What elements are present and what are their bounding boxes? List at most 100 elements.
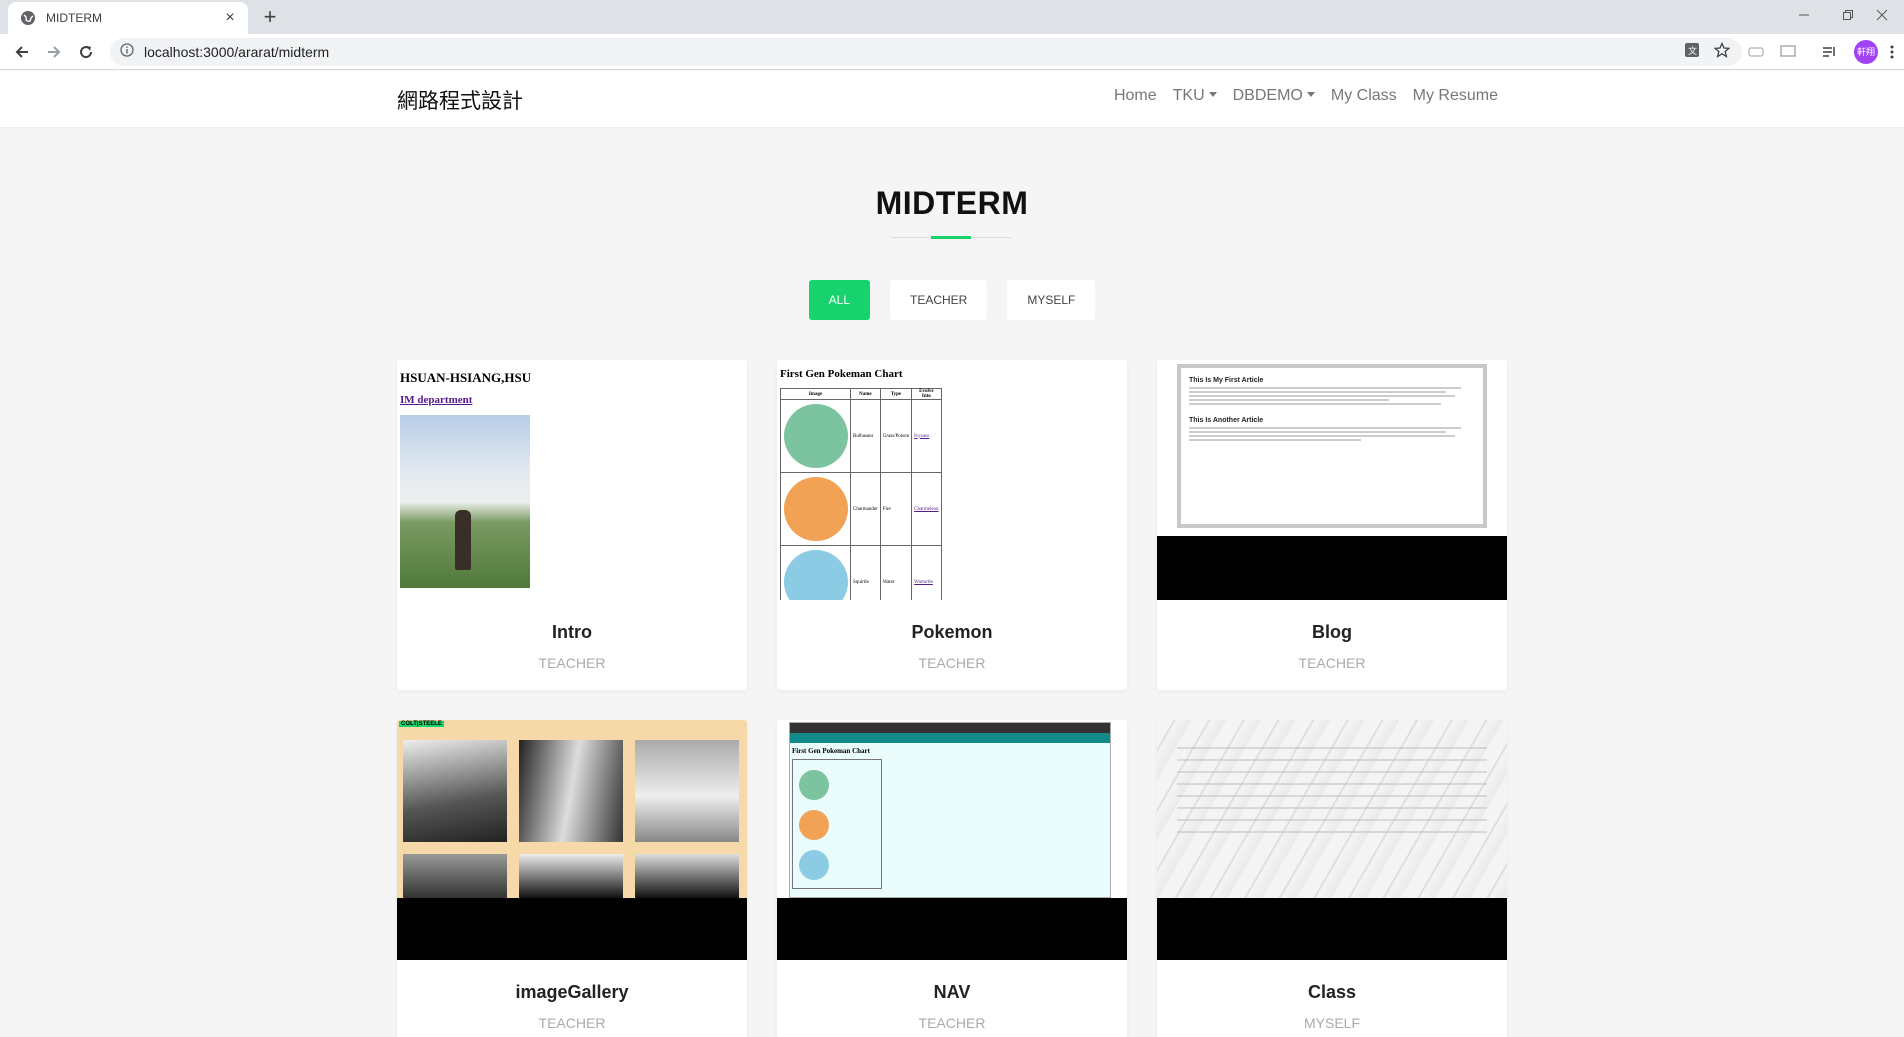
extension-icon[interactable] [1746, 42, 1766, 62]
window-close-icon[interactable] [1860, 0, 1904, 30]
text-line [1189, 403, 1441, 405]
filter-all[interactable]: ALL [808, 280, 870, 320]
person-figure [455, 510, 471, 570]
intro-photo [400, 415, 530, 588]
card-thumbnail[interactable]: HSUAN-HSIANG,HSU IM department [397, 360, 747, 600]
portfolio-card-class[interactable]: Class MYSELF [1157, 720, 1507, 1037]
profile-avatar[interactable]: 軒翔 [1854, 40, 1878, 64]
translate-icon[interactable]: 文 [1684, 42, 1700, 63]
text-line [1189, 399, 1390, 401]
text-line [1189, 391, 1447, 393]
card-title: Intro [552, 622, 592, 642]
gallery-photo [635, 740, 739, 842]
card-thumbnail[interactable] [1157, 720, 1507, 960]
card-category: TEACHER [918, 655, 986, 671]
filter-teacher[interactable]: TEACHER [890, 280, 988, 320]
forward-icon[interactable] [42, 40, 66, 64]
pokemon-evolve-link: Ivysaur [911, 399, 942, 473]
card-title: Blog [1312, 622, 1352, 642]
intro-dept-link: IM department [400, 394, 473, 406]
portfolio-card-nav[interactable]: First Gen Pokeman Chart NAV TEACHER [777, 720, 1127, 1037]
bulbasaur-image [799, 770, 829, 800]
nav-link-my-class[interactable]: My Class [1331, 87, 1397, 105]
nav-preview-title: First Gen Pokeman Chart [792, 747, 870, 755]
class-schedule-preview [1157, 720, 1507, 898]
pokemon-name: Bulbasaur [850, 399, 881, 473]
schedule-table-lines [1177, 747, 1487, 833]
squirtle-image [783, 550, 848, 600]
gallery-photo [519, 854, 623, 898]
browser-tab[interactable]: MIDTERM × [8, 2, 248, 34]
blog-article-title: This Is My First Article [1189, 377, 1264, 384]
card-category: TEACHER [538, 655, 606, 671]
filter-myself[interactable]: MYSELF [1007, 280, 1096, 320]
url-text: localhost:3000/ararat/midterm [144, 44, 330, 60]
text-line [1189, 439, 1361, 441]
gallery-photo [635, 854, 739, 898]
card-title: Pokemon [911, 622, 993, 642]
col-name: Name [850, 388, 881, 400]
pokemon-type: Grass/Poison [879, 399, 913, 473]
portfolio-card-intro[interactable]: HSUAN-HSIANG,HSU IM department Intro TEA… [397, 360, 747, 690]
nav-link-home[interactable]: Home [1114, 87, 1157, 105]
text-line [1189, 431, 1447, 433]
reload-icon[interactable] [74, 40, 98, 64]
portfolio-card-imagegallery[interactable]: COLT|STEELE imageGallery TEACHER [397, 720, 747, 1037]
svg-text:文: 文 [1688, 45, 1697, 57]
address-bar[interactable]: localhost:3000/ararat/midterm 文 [110, 38, 1742, 66]
blog-preview: This Is My First Article This Is Another… [1177, 364, 1487, 528]
minimize-icon[interactable] [1782, 0, 1826, 30]
site-brand[interactable]: 網路程式設計 [397, 85, 523, 115]
card-title: NAV [933, 982, 971, 1002]
section-title: MIDTERM [875, 185, 1029, 221]
pokemon-table: Image Name Type Evolve Into Bulbasaur Gr… [780, 388, 942, 600]
info-icon[interactable] [120, 42, 134, 62]
text-line [1189, 387, 1461, 389]
pokemon-evolve-link: Wartortle [911, 545, 942, 600]
back-icon[interactable] [10, 40, 34, 64]
card-thumbnail[interactable]: First Gen Pokeman Chart [777, 720, 1127, 960]
card-title: imageGallery [515, 982, 629, 1002]
squirtle-image [799, 850, 829, 880]
tab-close-icon[interactable]: × [222, 10, 238, 26]
gallery-photo [403, 854, 507, 898]
pokemon-name: Squirtle [850, 545, 881, 600]
card-thumbnail[interactable]: COLT|STEELE [397, 720, 747, 960]
media-control-icon[interactable] [1820, 42, 1840, 62]
globe-icon [20, 10, 36, 26]
portfolio-card-pokemon[interactable]: First Gen Pokeman Chart Image Name Type … [777, 360, 1127, 690]
pokemon-chart-title: First Gen Pokeman Chart [780, 368, 903, 380]
nav-preview-table [792, 759, 882, 889]
nav-links: Home TKU DBDEMO My Class My Resume [1114, 87, 1498, 105]
intro-name: HSUAN-HSIANG,HSU [400, 370, 532, 385]
nav-preview: First Gen Pokeman Chart [789, 722, 1111, 898]
bulbasaur-image [783, 404, 848, 468]
pokemon-name: Charmander [850, 472, 881, 546]
menu-kebab-icon[interactable] [1882, 42, 1902, 62]
nav-dropdown-dbdemo-label: DBDEMO [1232, 87, 1303, 104]
blog-article-title: This Is Another Article [1189, 417, 1264, 424]
card-thumbnail[interactable]: This Is My First Article This Is Another… [1157, 360, 1507, 600]
col-image: Image [780, 388, 851, 400]
pokemon-type: Fire [879, 472, 913, 546]
pokemon-evolve-link: Charmeleon [911, 472, 942, 546]
nav-link-my-resume[interactable]: My Resume [1413, 87, 1498, 105]
charmander-image [799, 810, 829, 840]
new-tab-button[interactable]: + [258, 6, 282, 30]
nav-preview-menubar [790, 733, 1110, 743]
browser-tabstrip: MIDTERM × + [0, 0, 1904, 34]
bookmark-star-icon[interactable] [1713, 41, 1731, 63]
cast-icon[interactable] [1778, 42, 1798, 62]
col-evolve: Evolve Into [911, 388, 942, 400]
thumbnail-black-bar [777, 898, 1127, 960]
nav-dropdown-tku[interactable]: TKU [1173, 87, 1217, 105]
gallery-tag: COLT|STEELE [399, 721, 444, 727]
nav-dropdown-dbdemo[interactable]: DBDEMO [1233, 87, 1315, 105]
card-category: MYSELF [1303, 1015, 1360, 1031]
pokemon-type: Water [879, 545, 913, 600]
card-thumbnail[interactable]: First Gen Pokeman Chart Image Name Type … [777, 360, 1127, 600]
gallery-photo [403, 740, 507, 842]
portfolio-card-blog[interactable]: This Is My First Article This Is Another… [1157, 360, 1507, 690]
thumbnail-black-bar [1157, 898, 1507, 960]
card-title: Class [1307, 982, 1357, 1002]
